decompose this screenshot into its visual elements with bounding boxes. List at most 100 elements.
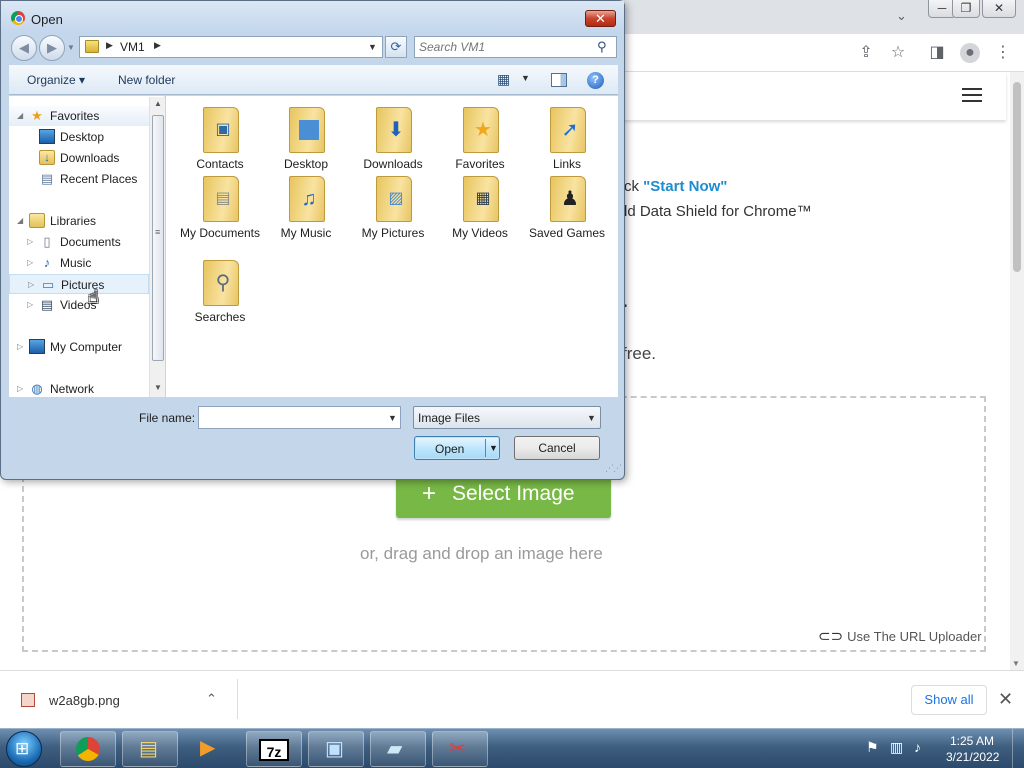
back-button[interactable]: ◀ — [11, 35, 37, 61]
taskbar-7zip[interactable]: 7z — [246, 731, 302, 767]
taskbar-snipping-tool[interactable]: ✂ — [432, 731, 488, 767]
folder-my-videos[interactable]: ▦ My Videos — [437, 170, 523, 248]
folder-desktop[interactable]: Desktop — [263, 101, 349, 179]
resize-grip-icon[interactable]: ⋰⋰ — [605, 463, 622, 474]
expand-arrow-icon[interactable]: ▷ — [27, 300, 33, 309]
new-folder-button[interactable]: New folder — [118, 73, 175, 87]
breadcrumb-chevron-icon[interactable]: ▶ — [154, 40, 161, 51]
download-item[interactable]: w2a8gb.png ⌃ — [18, 689, 236, 713]
scroll-down-icon[interactable]: ▼ — [1012, 659, 1020, 668]
taskbar-notepad[interactable]: ▰ — [370, 731, 426, 767]
scroll-down-icon[interactable]: ▼ — [154, 383, 162, 392]
collapse-arrow-icon[interactable]: ◢ — [17, 111, 23, 120]
search-box[interactable]: ⚲ — [414, 36, 617, 58]
start-button[interactable]: ⊞ — [6, 731, 42, 767]
url-uploader-link[interactable]: ⊂⊃ Use The URL Uploader — [818, 627, 982, 645]
chevron-up-icon[interactable]: ⌃ — [206, 691, 217, 707]
folder-saved-games[interactable]: ♟ Saved Games — [524, 170, 610, 248]
help-icon[interactable]: ? — [587, 72, 604, 89]
nav-item-libraries[interactable]: ◢ Libraries — [9, 211, 149, 231]
breadcrumb-vm1[interactable]: VM1 — [120, 40, 145, 54]
taskbar-explorer[interactable]: ▤ — [122, 731, 178, 767]
filename-dropdown-icon[interactable]: ▼ — [388, 413, 397, 423]
filetype-dropdown-icon[interactable]: ▼ — [587, 413, 596, 423]
folder-my-documents[interactable]: ▤ My Documents — [177, 170, 263, 248]
folder-my-music[interactable]: ♫ My Music — [263, 170, 349, 248]
page-scrollbar[interactable]: ▼ — [1010, 72, 1024, 670]
collapse-arrow-icon[interactable]: ◢ — [17, 216, 23, 225]
expand-arrow-icon[interactable]: ▷ — [17, 384, 23, 393]
desktop-icon — [299, 120, 319, 140]
recent-locations-chevron-icon[interactable]: ▼ — [67, 43, 75, 52]
refresh-button[interactable]: ⟳ — [385, 36, 407, 58]
start-now-link[interactable]: "Start Now" — [643, 178, 727, 195]
address-dropdown-icon[interactable]: ▼ — [368, 42, 377, 52]
view-options-chevron-icon[interactable]: ▼ — [521, 73, 530, 83]
nav-item-my-computer[interactable]: ▷ My Computer — [9, 337, 149, 357]
dialog-close-button[interactable]: ✕ — [585, 10, 616, 27]
expand-arrow-icon[interactable]: ▷ — [28, 280, 34, 289]
expand-arrow-icon[interactable]: ▷ — [27, 258, 33, 267]
clock-time[interactable]: 1:25 AM — [950, 734, 994, 748]
breadcrumb-chevron-icon[interactable]: ▶ — [106, 40, 113, 51]
side-panel-icon[interactable]: ◨ — [927, 43, 947, 63]
nav-item-videos[interactable]: ▷ ▤ Videos — [9, 295, 149, 315]
select-image-button[interactable]: + Select Image — [396, 474, 611, 518]
nav-scroll-thumb[interactable]: ≡ — [152, 115, 164, 361]
filename-input[interactable] — [202, 409, 382, 426]
folder-contacts[interactable]: ▣ Contacts — [177, 101, 263, 179]
close-download-bar-icon[interactable]: ✕ — [998, 689, 1013, 710]
tab-search-chevron-icon[interactable]: ⌄ — [896, 8, 907, 24]
filetype-select[interactable]: Image Files ▼ — [413, 406, 601, 429]
folder-icon: ➚ — [550, 107, 586, 153]
clock-date[interactable]: 3/21/2022 — [946, 750, 999, 764]
dialog-titlebar[interactable]: Open ✕ — [1, 1, 624, 33]
taskbar-media-player[interactable]: ▶ — [184, 731, 238, 767]
filename-combobox[interactable]: ▼ — [198, 406, 401, 429]
preview-pane-icon[interactable] — [551, 73, 567, 87]
restore-button[interactable]: ❐ — [952, 0, 980, 18]
address-bar[interactable]: ▶ VM1 ▶ ▼ — [79, 36, 383, 58]
show-desktop-button[interactable] — [1012, 729, 1024, 768]
forward-button[interactable]: ▶ — [39, 35, 65, 61]
change-view-icon[interactable]: ▦ — [497, 71, 510, 88]
nav-item-music[interactable]: ▷ ♪ Music — [9, 253, 149, 273]
nav-item-pictures[interactable]: ▷ ▭ Pictures — [9, 274, 149, 294]
cancel-button[interactable]: Cancel — [514, 436, 600, 460]
search-icon[interactable]: ⚲ — [597, 39, 607, 55]
search-input[interactable] — [419, 39, 591, 55]
folder-my-pictures[interactable]: ▨ My Pictures — [350, 170, 436, 248]
hamburger-menu-icon[interactable] — [962, 88, 982, 102]
taskbar-remote-desktop[interactable]: ▣ — [308, 731, 364, 767]
nav-item-recent-places[interactable]: ▤ Recent Places — [9, 169, 149, 189]
open-button[interactable]: Open ▼ — [414, 436, 500, 460]
action-center-icon[interactable]: ⚑ — [866, 739, 879, 756]
profile-icon[interactable]: ● — [960, 43, 980, 63]
folder-searches[interactable]: ⚲ Searches — [177, 254, 263, 332]
expand-arrow-icon[interactable]: ▷ — [17, 342, 23, 351]
star-icon[interactable]: ☆ — [888, 43, 908, 63]
share-icon[interactable]: ⇪ — [856, 43, 876, 63]
more-icon[interactable]: ⋮ — [993, 43, 1013, 63]
nav-scrollbar[interactable]: ▲ ≡ ▼ — [149, 97, 165, 397]
folder-links[interactable]: ➚ Links — [524, 101, 610, 179]
nav-item-documents[interactable]: ▷ ▯ Documents — [9, 232, 149, 252]
page-scroll-thumb[interactable] — [1013, 82, 1021, 272]
organize-button[interactable]: Organize ▾ — [27, 73, 85, 87]
nav-item-favorites[interactable]: ◢ ★ Favorites — [9, 106, 149, 126]
nav-item-desktop[interactable]: Desktop — [9, 127, 149, 147]
folder-downloads[interactable]: ⬇ Downloads — [350, 101, 436, 179]
expand-arrow-icon[interactable]: ▷ — [27, 237, 33, 246]
scroll-up-icon[interactable]: ▲ — [154, 99, 162, 108]
window-close-button[interactable]: ✕ — [982, 0, 1016, 18]
show-all-button[interactable]: Show all — [911, 685, 987, 715]
nav-item-network[interactable]: ▷ ◍ Network — [9, 379, 149, 397]
documents-icon: ▯ — [43, 234, 51, 249]
open-options-chevron-icon[interactable]: ▼ — [489, 443, 498, 453]
taskbar-chrome[interactable] — [60, 731, 116, 767]
folder-icon — [85, 40, 99, 53]
volume-icon[interactable]: ♪ — [914, 739, 921, 755]
network-icon[interactable]: ▥ — [890, 739, 903, 756]
folder-favorites[interactable]: ★ Favorites — [437, 101, 523, 179]
nav-item-downloads[interactable]: ↓ Downloads — [9, 148, 149, 168]
